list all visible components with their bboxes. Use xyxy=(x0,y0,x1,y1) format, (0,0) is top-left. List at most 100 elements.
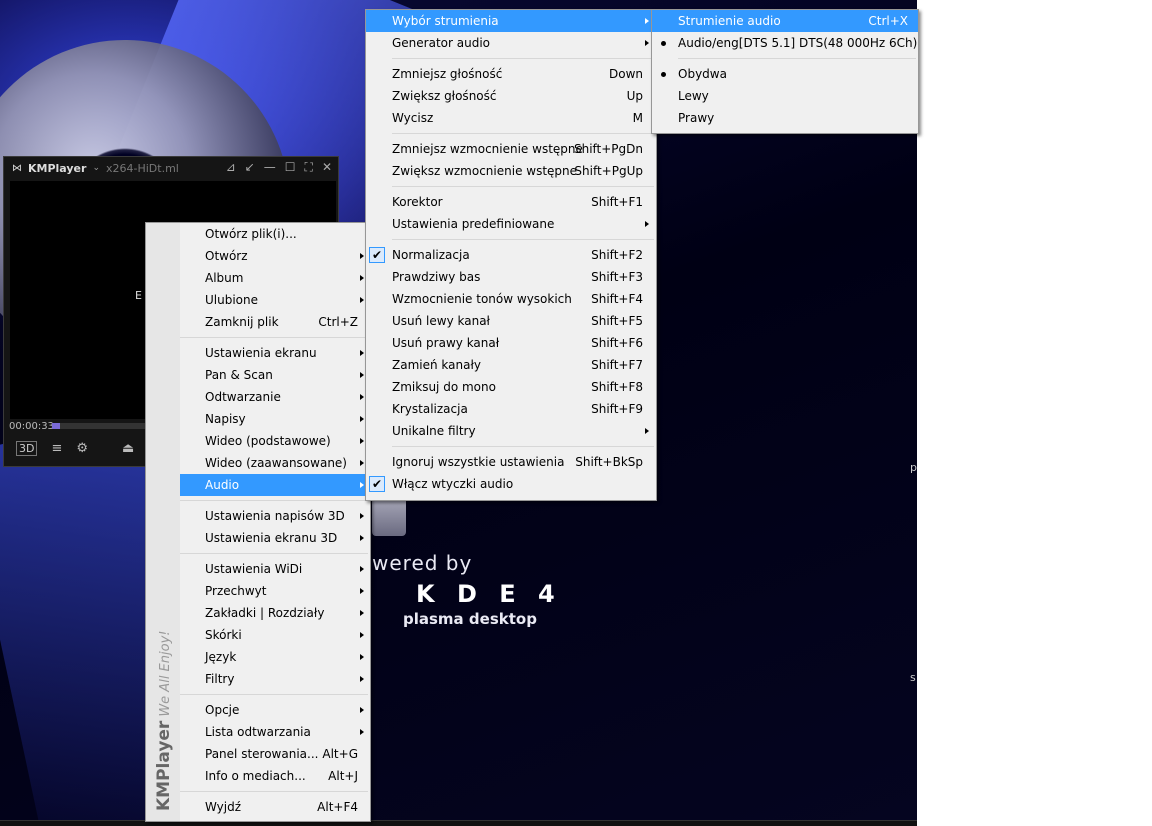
menu-item-label: Otwórz plik(i)... xyxy=(205,227,297,241)
menu-item-unikalne-filtry[interactable]: Unikalne filtry xyxy=(366,420,656,442)
audio-menu-items: Wybór strumienia Generator audio Zmniejsz … xyxy=(366,10,656,495)
menu-item-ustawienia-widi[interactable]: Ustawienia WiDi xyxy=(180,558,370,580)
menu-item-label: Normalizacja xyxy=(392,248,470,262)
menu-item-ignoruj-wszystkie-ustawienia[interactable]: Ignoruj wszystkie ustawienia Shift+BkSp xyxy=(366,451,656,473)
menu-item-zamknij-plik[interactable]: Zamknij plik Ctrl+Z xyxy=(180,311,370,333)
menu-item-label: Zwiększ wzmocnienie wstępne xyxy=(392,164,578,178)
pin-icon[interactable]: ⊿ xyxy=(226,160,236,175)
menu-item-label: Prawdziwy bas xyxy=(392,270,481,284)
menu-item-zakladki-rozdzialy[interactable]: Zakładki | Rozdziały xyxy=(180,602,370,624)
menu-item-label: Ustawienia ekranu 3D xyxy=(205,531,338,545)
menu-item-label: Wideo (podstawowe) xyxy=(205,434,331,448)
close-icon[interactable]: ✕ xyxy=(322,160,332,175)
menu-item-usun-prawy-kanal[interactable]: Usuń prawy kanał Shift+F6 xyxy=(366,332,656,354)
menu-item-lista-odtwarzania[interactable]: Lista odtwarzania xyxy=(180,721,370,743)
menu-separator xyxy=(366,442,656,451)
menu-item-shortcut: Down xyxy=(608,67,643,81)
menu-item-label: Audio/eng[DTS 5.1] DTS(48 000Hz 6Ch) xyxy=(678,36,918,50)
menu-item-wycisz[interactable]: Wycisz M xyxy=(366,107,656,129)
menu-item-album[interactable]: Album xyxy=(180,267,370,289)
menu-item-audio[interactable]: Audio xyxy=(180,474,370,496)
menu-item-label: Odtwarzanie xyxy=(205,390,281,404)
menu-item-strumienie-audio[interactable]: Strumienie audio Ctrl+X xyxy=(652,10,918,32)
minimize-to-mini-icon[interactable]: ↙ xyxy=(245,160,255,175)
menu-item-obydwa[interactable]: Obydwa xyxy=(652,63,918,85)
menu-item-label: Skórki xyxy=(205,628,242,642)
menu-item-przechwyt[interactable]: Przechwyt xyxy=(180,580,370,602)
menu-item-skorki[interactable]: Skórki xyxy=(180,624,370,646)
menu-item-napisy[interactable]: Napisy xyxy=(180,408,370,430)
menu-item-opcje[interactable]: Opcje xyxy=(180,699,370,721)
gear-icon[interactable]: ⚙ xyxy=(76,441,88,456)
menu-item-normalizacja[interactable]: ✔ Normalizacja Shift+F2 xyxy=(366,244,656,266)
menu-item-shortcut: Alt+J xyxy=(328,769,358,783)
menu-item-label: Otwórz xyxy=(205,249,248,263)
menu-item-zwieksz-glosnosc[interactable]: Zwiększ głośność Up xyxy=(366,85,656,107)
menu-item-wlacz-wtyczki-audio[interactable]: ✔ Włącz wtyczki audio xyxy=(366,473,656,495)
menu-item-ustawienia-ekranu[interactable]: Ustawienia ekranu xyxy=(180,342,370,364)
menu-item-label: Ignoruj wszystkie ustawienia xyxy=(392,455,565,469)
menu-item-pan-scan[interactable]: Pan & Scan xyxy=(180,364,370,386)
minimize-icon[interactable]: — xyxy=(264,160,276,175)
menu-item-krystalizacja[interactable]: Krystalizacja Shift+F9 xyxy=(366,398,656,420)
menu-item-korektor[interactable]: Korektor Shift+F1 xyxy=(366,191,656,213)
menu-separator xyxy=(366,129,656,138)
menu-item-label: Album xyxy=(205,271,244,285)
3d-button[interactable]: 3D xyxy=(16,441,38,456)
menu-item-label: Wybór strumienia xyxy=(392,14,499,28)
menu-item-zmniejsz-wzmocnienie-wstepne[interactable]: Zmniejsz wzmocnienie wstępne Shift+PgDn xyxy=(366,138,656,160)
menu-item-label: Zamień kanały xyxy=(392,358,481,372)
menu-item-shortcut: Shift+F2 xyxy=(591,248,643,262)
radio-dot-icon xyxy=(661,41,666,46)
menu-item-wideo-podstawowe[interactable]: Wideo (podstawowe) xyxy=(180,430,370,452)
menu-item-wzmocnienie-tonow-wysokich[interactable]: Wzmocnienie tonów wysokich Shift+F4 xyxy=(366,288,656,310)
stream-selection-submenu: Strumienie audio Ctrl+X Audio/eng[DTS 5.1]… xyxy=(651,9,919,134)
menu-separator xyxy=(180,690,370,699)
menu-item-zmiksuj-do-mono[interactable]: Zmiksuj do mono Shift+F8 xyxy=(366,376,656,398)
menu-item-zamien-kanaly[interactable]: Zamień kanały Shift+F7 xyxy=(366,354,656,376)
menu-item-prawdziwy-bas[interactable]: Prawdziwy bas Shift+F3 xyxy=(366,266,656,288)
menu-item-info-o-mediach[interactable]: Info o mediach... Alt+J xyxy=(180,765,370,787)
menu-item-zwieksz-wzmocnienie-wstepne[interactable]: Zwiększ wzmocnienie wstępne Shift+PgUp xyxy=(366,160,656,182)
menu-item-zmniejsz-glosnosc[interactable]: Zmniejsz głośność Down xyxy=(366,63,656,85)
menu-separator xyxy=(180,549,370,558)
chevron-down-icon[interactable]: ⌄ xyxy=(92,163,100,173)
menu-item-prawy[interactable]: Prawy xyxy=(652,107,918,129)
menu-item-odtwarzanie[interactable]: Odtwarzanie xyxy=(180,386,370,408)
menu-item-label: Zmniejsz wzmocnienie wstępne xyxy=(392,142,583,156)
menu-item-label: Opcje xyxy=(205,703,240,717)
player-toolbar: 3D ≡ ⚙ ⏏ ⏮ xyxy=(16,441,160,456)
menu-item-label: Wyjdź xyxy=(205,800,242,814)
menu-item-ustawienia-predefiniowane[interactable]: Ustawienia predefiniowane xyxy=(366,213,656,235)
menu-item-shortcut: Alt+G xyxy=(322,747,358,761)
player-window-controls: ⊿ ↙ — ☐ ⛶ ✕ xyxy=(226,160,332,175)
menu-item-otworz[interactable]: Otwórz xyxy=(180,245,370,267)
menu-item-shortcut: Shift+F7 xyxy=(591,358,643,372)
menu-item-generator-audio[interactable]: Generator audio xyxy=(366,32,656,54)
menu-item-panel-sterowania[interactable]: Panel sterowania... Alt+G xyxy=(180,743,370,765)
fullscreen-icon[interactable]: ⛶ xyxy=(305,160,313,175)
menu-item-audio-eng-dts-5-1-dts-48-000hz-6ch[interactable]: Audio/eng[DTS 5.1] DTS(48 000Hz 6Ch) xyxy=(652,32,918,54)
menu-item-wyjdz[interactable]: Wyjdź Alt+F4 xyxy=(180,796,370,818)
menu-separator xyxy=(180,787,370,796)
menu-item-filtry[interactable]: Filtry xyxy=(180,668,370,690)
menu-item-jezyk[interactable]: Język xyxy=(180,646,370,668)
menu-item-label: Włącz wtyczki audio xyxy=(392,477,514,491)
menu-item-usun-lewy-kanal[interactable]: Usuń lewy kanał Shift+F5 xyxy=(366,310,656,332)
stream-menu-items: Strumienie audio Ctrl+X Audio/eng[DTS 5.1]… xyxy=(652,10,918,129)
playlist-icon[interactable]: ≡ xyxy=(51,441,62,456)
menu-item-ulubione[interactable]: Ulubione xyxy=(180,289,370,311)
menu-separator xyxy=(652,54,918,63)
maximize-icon[interactable]: ☐ xyxy=(285,160,296,175)
menu-item-label: Audio xyxy=(205,478,240,492)
menu-item-shortcut: Shift+PgDn xyxy=(573,142,643,156)
menu-item-ustawienia-napisow-3d[interactable]: Ustawienia napisów 3D xyxy=(180,505,370,527)
radio-dot-icon xyxy=(661,72,666,77)
menu-item-wybor-strumienia[interactable]: Wybór strumienia xyxy=(366,10,656,32)
menu-separator xyxy=(366,235,656,244)
menu-item-wideo-zaawansowane[interactable]: Wideo (zaawansowane) xyxy=(180,452,370,474)
menu-item-ustawienia-ekranu-3d[interactable]: Ustawienia ekranu 3D xyxy=(180,527,370,549)
eject-icon[interactable]: ⏏ xyxy=(122,441,134,456)
menu-item-otworz-plik-i[interactable]: Otwórz plik(i)... xyxy=(180,223,370,245)
menu-item-lewy[interactable]: Lewy xyxy=(652,85,918,107)
